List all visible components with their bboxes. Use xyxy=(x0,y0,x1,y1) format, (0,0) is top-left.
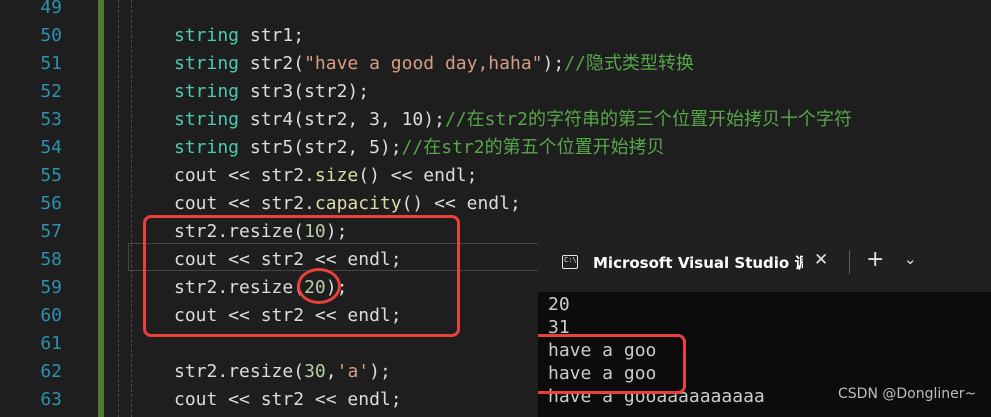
char-literal: 'a' xyxy=(336,361,370,382)
console-tab-title[interactable]: Microsoft Visual Studio 调试控制台 xyxy=(593,252,803,273)
code-line-56[interactable]: cout << str2.capacity() << endl; xyxy=(174,190,521,218)
punctuation: ( xyxy=(293,53,305,74)
line-number: 51 xyxy=(40,53,62,74)
change-tracking-bar xyxy=(98,0,104,417)
line-number: 52 xyxy=(40,81,62,102)
statement: str3(str2); xyxy=(249,81,370,102)
code-comment: //隐式类型转换 xyxy=(564,53,694,74)
type-keyword: string xyxy=(174,137,240,158)
type-keyword: string xyxy=(174,25,240,46)
identifier: str1 xyxy=(249,25,294,46)
line-number: 53 xyxy=(40,109,62,130)
code-line-62[interactable]: str2.resize(30,'a'); xyxy=(174,358,391,386)
code-line-63[interactable]: cout << str2 << endl; xyxy=(174,386,402,414)
code-line-50[interactable]: string str1; xyxy=(174,22,304,50)
line-number: 59 xyxy=(40,277,62,298)
line-number: 55 xyxy=(40,165,62,186)
identifier: str2 xyxy=(174,361,218,382)
code-line-51[interactable]: string str2("have a good day,haha");//隐式… xyxy=(174,50,694,78)
code-line-55[interactable]: cout << str2.size() << endl; xyxy=(174,162,477,190)
type-keyword: string xyxy=(174,81,240,102)
number-literal: 30 xyxy=(304,361,326,382)
line-number: 50 xyxy=(40,25,62,46)
code-line-52[interactable]: string str3(str2); xyxy=(174,78,369,106)
code-comment: //在str2的字符串的第三个位置开始拷贝十个字符 xyxy=(444,109,852,130)
line-number: 60 xyxy=(40,305,62,326)
code-line-54[interactable]: string str5(str2, 5);//在str2的第五个位置开始拷贝 xyxy=(174,134,665,162)
line-number: 56 xyxy=(40,193,62,214)
punctuation: ); xyxy=(542,53,565,74)
line-number: 61 xyxy=(40,333,62,354)
code-line-53[interactable]: string str4(str2, 3, 10);//在str2的字符串的第三个… xyxy=(174,106,852,134)
line-number: 54 xyxy=(40,137,62,158)
line-number: 62 xyxy=(40,361,62,382)
punctuation: . xyxy=(217,361,229,382)
indent-guide xyxy=(131,0,132,417)
console-output-line: 20 xyxy=(548,294,570,315)
punctuation: , xyxy=(325,361,337,382)
code-comment: //在str2的第五个位置开始拷贝 xyxy=(401,137,665,158)
method-name: resize xyxy=(228,361,294,382)
divider xyxy=(849,250,850,274)
identifier: str2 xyxy=(249,53,294,74)
punctuation: ; xyxy=(293,25,305,46)
type-keyword: string xyxy=(174,53,240,74)
close-icon[interactable]: ✕ xyxy=(814,250,828,270)
annotation-box-output xyxy=(538,334,686,394)
line-number: 57 xyxy=(40,221,62,242)
add-icon[interactable]: + xyxy=(866,247,884,272)
line-number: 58 xyxy=(40,249,62,270)
annotation-circle xyxy=(297,268,341,304)
line-number-gutter: 49 50 51 52 53 54 55 56 57 58 59 60 61 6… xyxy=(0,0,72,417)
string-literal: "have a good day,haha" xyxy=(304,53,543,74)
console-icon: C:\ xyxy=(562,255,578,269)
chevron-down-icon[interactable]: ⌄ xyxy=(904,250,917,268)
console-tab-bar: C:\ Microsoft Visual Studio 调试控制台 ✕ + ⌄ xyxy=(538,232,991,292)
indent-guide xyxy=(118,0,119,417)
type-keyword: string xyxy=(174,109,240,130)
punctuation: ( xyxy=(293,361,305,382)
watermark: CSDN @Dongliner~ xyxy=(838,386,977,402)
line-number: 49 xyxy=(40,0,62,18)
punctuation: ); xyxy=(369,361,391,382)
statement: str4(str2, 3, 10); xyxy=(249,109,445,130)
line-number: 63 xyxy=(40,389,62,410)
statement: str5(str2, 5); xyxy=(249,137,402,158)
